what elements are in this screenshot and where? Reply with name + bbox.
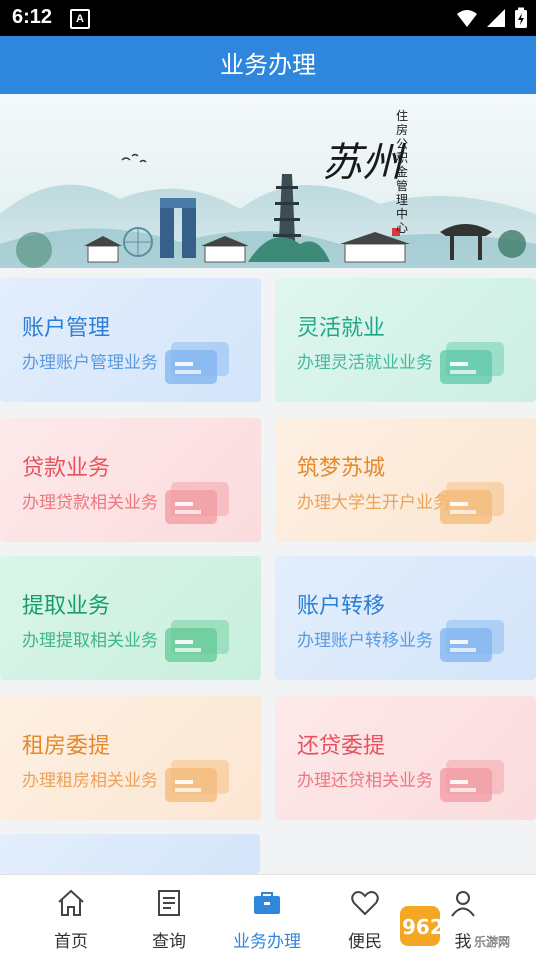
card-illustration-icon bbox=[440, 342, 504, 384]
tab-query-label: 查询 bbox=[152, 932, 186, 952]
card-subtitle: 办理租房相关业务 bbox=[22, 771, 158, 791]
system-icons bbox=[456, 7, 528, 29]
card-subtitle: 办理还贷相关业务 bbox=[297, 771, 433, 791]
partial-card[interactable] bbox=[0, 834, 260, 874]
home-icon bbox=[58, 889, 84, 916]
banner-org-text: 住房公积金管理中心 bbox=[396, 109, 408, 235]
card-account-management[interactable]: 账户管理办理账户管理业务 bbox=[0, 278, 261, 402]
card-illustration-icon bbox=[440, 620, 504, 662]
tab-query[interactable]: 查询 bbox=[119, 875, 219, 955]
card-illustration-icon bbox=[165, 342, 229, 384]
card-title: 账户转移 bbox=[297, 594, 386, 619]
notification-icon: A bbox=[70, 9, 90, 29]
tab-business[interactable]: 业务办理 bbox=[217, 875, 317, 955]
status-time: 6:12 bbox=[12, 6, 53, 28]
card-illustration-icon bbox=[165, 482, 229, 524]
card-subtitle: 办理贷款相关业务 bbox=[22, 493, 158, 513]
signal-icon bbox=[487, 9, 505, 27]
banner-city-text: 苏州 bbox=[322, 140, 407, 186]
card-title: 提取业务 bbox=[22, 594, 111, 619]
heart-icon bbox=[351, 891, 379, 916]
document-icon bbox=[158, 890, 180, 916]
watermark-logo: 962.NET 乐游网 bbox=[398, 902, 532, 950]
status-bar: 6:12 A bbox=[0, 0, 536, 36]
card-illustration-icon bbox=[165, 760, 229, 802]
card-title: 筑梦苏城 bbox=[297, 456, 386, 481]
card-subtitle: 办理大学生开户业务 bbox=[297, 493, 450, 513]
card-title: 贷款业务 bbox=[22, 456, 111, 481]
card-dream-suzhou[interactable]: 筑梦苏城办理大学生开户业务 bbox=[275, 418, 536, 542]
card-subtitle: 办理灵活就业业务 bbox=[297, 353, 433, 373]
card-flexible-employment[interactable]: 灵活就业办理灵活就业业务 bbox=[275, 278, 536, 402]
tab-home-label: 首页 bbox=[54, 932, 88, 952]
watermark-sub: 乐游网 bbox=[474, 935, 510, 949]
briefcase-icon bbox=[254, 892, 280, 914]
card-title: 还贷委提 bbox=[297, 734, 386, 759]
tab-business-label: 业务办理 bbox=[233, 932, 301, 952]
card-account-transfer[interactable]: 账户转移办理账户转移业务 bbox=[275, 556, 536, 680]
card-subtitle: 办理提取相关业务 bbox=[22, 631, 158, 651]
battery-icon bbox=[515, 7, 527, 28]
card-title: 灵活就业 bbox=[297, 316, 386, 341]
card-withdrawal-business[interactable]: 提取业务办理提取相关业务 bbox=[0, 556, 261, 680]
card-subtitle: 办理账户管理业务 bbox=[22, 353, 158, 373]
page-title: 业务办理 bbox=[0, 36, 536, 94]
card-subtitle: 办理账户转移业务 bbox=[297, 631, 433, 651]
card-title: 账户管理 bbox=[22, 316, 111, 341]
card-rent-withdrawal[interactable]: 租房委提办理租房相关业务 bbox=[0, 696, 261, 820]
banner-image: 苏州 住房公积金管理中心 bbox=[0, 94, 536, 268]
card-illustration-icon bbox=[440, 760, 504, 802]
wifi-icon bbox=[457, 10, 477, 27]
tab-home[interactable]: 首页 bbox=[21, 875, 121, 955]
card-illustration-icon bbox=[165, 620, 229, 662]
card-title: 租房委提 bbox=[22, 734, 111, 759]
card-illustration-icon bbox=[440, 482, 504, 524]
card-loan-business[interactable]: 贷款业务办理贷款相关业务 bbox=[0, 418, 261, 542]
card-repayment-withdrawal[interactable]: 还贷委提办理还贷相关业务 bbox=[275, 696, 536, 820]
